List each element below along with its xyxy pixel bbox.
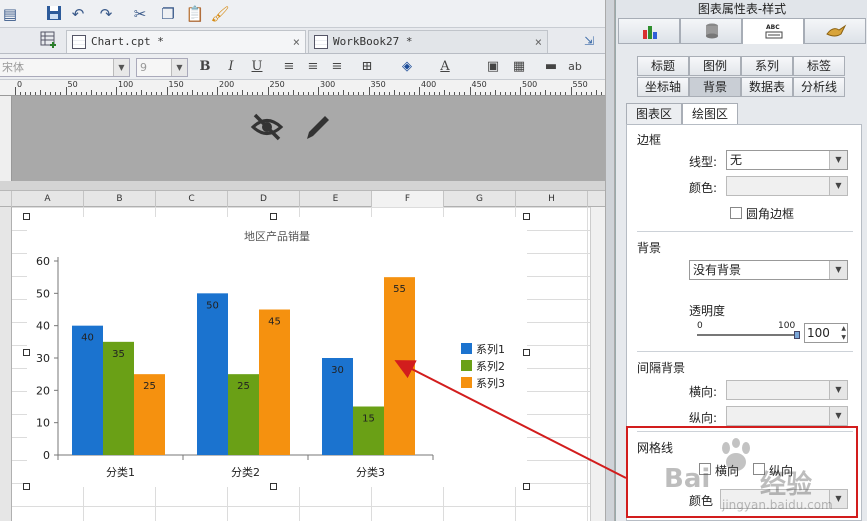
annotation-arrow bbox=[394, 360, 627, 479]
